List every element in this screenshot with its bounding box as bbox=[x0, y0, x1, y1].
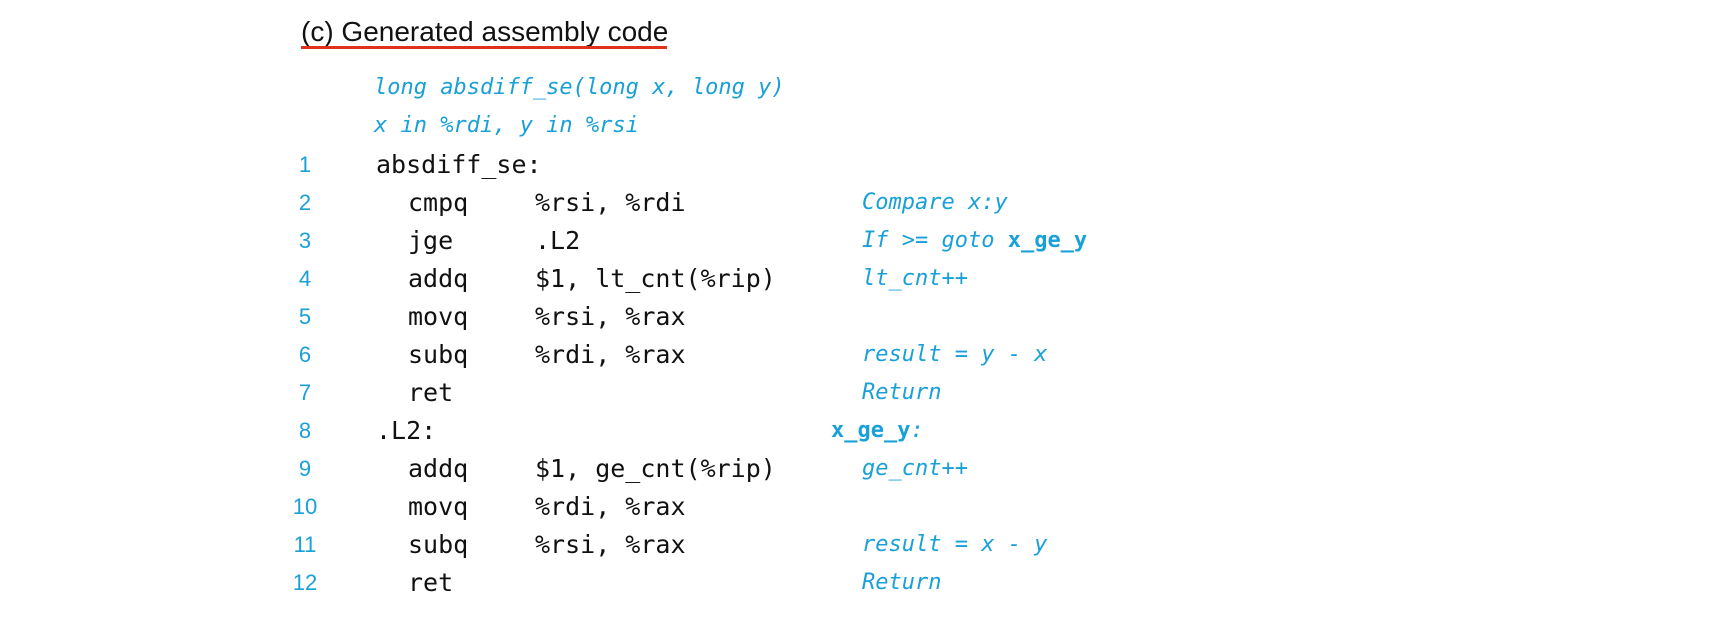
instruction-operands: $1, ge_cnt(%rip) bbox=[535, 454, 776, 483]
line-number: 10 bbox=[292, 494, 318, 519]
code-comment: result = x - y bbox=[862, 526, 1047, 564]
caption-underline bbox=[301, 46, 667, 49]
instruction-mnemonic: jge bbox=[408, 226, 454, 255]
line-number: 7 bbox=[298, 380, 312, 405]
comment-label-colon: : bbox=[910, 418, 924, 443]
figure-caption: (c) Generated assembly code bbox=[301, 16, 669, 47]
instruction-mnemonic: subq bbox=[408, 530, 469, 559]
code-comment: ge_cnt++ bbox=[862, 450, 968, 488]
code-comment: Return bbox=[862, 564, 941, 602]
comment-text: result = x - y bbox=[862, 532, 1048, 557]
comment-text: Compare x:y bbox=[862, 190, 1008, 215]
comment-text: ge_cnt++ bbox=[862, 456, 968, 481]
instruction-mnemonic: cmpq bbox=[408, 188, 469, 217]
code-line: 5 movq %rsi, %rax bbox=[0, 298, 1710, 336]
comment-label: x_ge_y: bbox=[831, 412, 924, 450]
instruction-operands: .L2 bbox=[535, 226, 581, 255]
instruction-operands: %rdi, %rax bbox=[535, 340, 686, 369]
line-number: 1 bbox=[298, 152, 312, 177]
instruction-mnemonic: movq bbox=[408, 492, 469, 521]
line-number: 11 bbox=[293, 532, 317, 557]
code-line: 1 absdiff_se: bbox=[0, 146, 1710, 184]
register-mapping-note: x in %rdi, y in %rsi bbox=[374, 113, 639, 138]
comment-target-label: x_ge_y bbox=[1007, 228, 1088, 253]
code-line: 7 ret Return bbox=[0, 374, 1710, 412]
code-line: 4 addq $1, lt_cnt(%rip) lt_cnt++ bbox=[0, 260, 1710, 298]
code-line: 12 ret Return bbox=[0, 564, 1710, 602]
assembly-figure: (c) Generated assembly code long absdiff… bbox=[0, 0, 1710, 618]
code-label: absdiff_se: bbox=[376, 150, 542, 179]
code-line: 3 jge .L2 If >= goto x_ge_y bbox=[0, 222, 1710, 260]
line-number: 9 bbox=[298, 456, 312, 481]
instruction-operands: %rsi, %rax bbox=[535, 530, 686, 559]
code-comment: If >= goto x_ge_y bbox=[862, 222, 1087, 260]
comment-label-text: x_ge_y bbox=[831, 418, 911, 443]
line-number: 12 bbox=[292, 570, 318, 595]
line-number: 5 bbox=[298, 304, 312, 329]
instruction-mnemonic: subq bbox=[408, 340, 469, 369]
instruction-mnemonic: addq bbox=[408, 264, 469, 293]
comment-text: Return bbox=[862, 570, 942, 595]
instruction-operands: %rsi, %rdi bbox=[535, 188, 686, 217]
code-line: 2 cmpq %rsi, %rdi Compare x:y bbox=[0, 184, 1710, 222]
code-line: 10 movq %rdi, %rax bbox=[0, 488, 1710, 526]
line-number: 4 bbox=[298, 266, 312, 291]
code-label: .L2: bbox=[376, 416, 437, 445]
comment-text: lt_cnt++ bbox=[862, 266, 968, 291]
code-comment: lt_cnt++ bbox=[862, 260, 968, 298]
function-signature: long absdiff_se(long x, long y) bbox=[374, 75, 785, 100]
code-comment: result = y - x bbox=[862, 336, 1047, 374]
comment-text: result = y - x bbox=[862, 342, 1048, 367]
code-line: 6 subq %rdi, %rax result = y - x bbox=[0, 336, 1710, 374]
instruction-mnemonic: movq bbox=[408, 302, 469, 331]
line-number: 8 bbox=[298, 418, 312, 443]
code-line: 11 subq %rsi, %rax result = x - y bbox=[0, 526, 1710, 564]
comment-text: If >= goto bbox=[862, 228, 1008, 253]
code-line: 9 addq $1, ge_cnt(%rip) ge_cnt++ bbox=[0, 450, 1710, 488]
instruction-operands: %rdi, %rax bbox=[535, 492, 686, 521]
line-number: 6 bbox=[298, 342, 312, 367]
instruction-mnemonic: ret bbox=[408, 378, 454, 407]
code-comment: Return bbox=[862, 374, 941, 412]
code-line: 8 .L2: x_ge_y: bbox=[0, 412, 1710, 450]
code-comment: Compare x:y bbox=[862, 184, 1008, 222]
instruction-operands: $1, lt_cnt(%rip) bbox=[535, 264, 776, 293]
line-number: 2 bbox=[298, 190, 312, 215]
comment-text: Return bbox=[862, 380, 942, 405]
instruction-mnemonic: ret bbox=[408, 568, 454, 597]
instruction-mnemonic: addq bbox=[408, 454, 469, 483]
instruction-operands: %rsi, %rax bbox=[535, 302, 686, 331]
line-number: 3 bbox=[298, 228, 312, 253]
